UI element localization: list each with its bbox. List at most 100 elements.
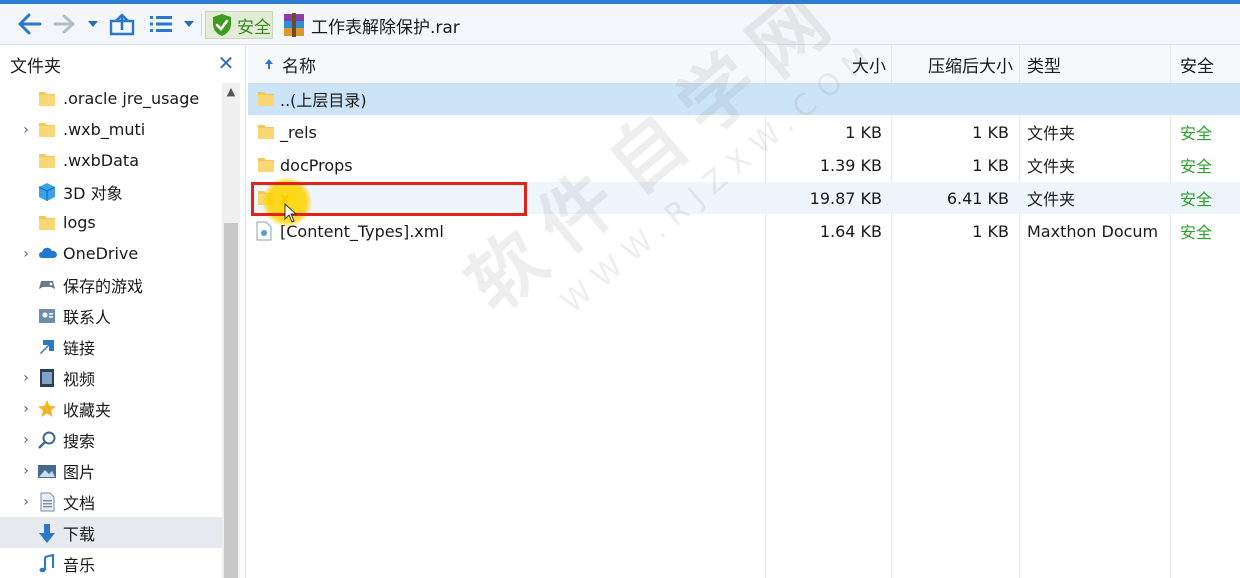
scroll-up-icon[interactable]: ▲	[224, 85, 238, 101]
folder-tree-item-label: .wxb_muti	[63, 120, 146, 139]
expand-chevron-icon[interactable]: ›	[20, 246, 32, 262]
chevron-down-icon	[88, 21, 98, 27]
file-type: Maxthon Docum	[1027, 221, 1159, 241]
column-safety-header[interactable]: 安全	[1180, 45, 1240, 83]
onedrive-icon	[37, 244, 57, 264]
folder-icon	[37, 213, 57, 233]
search-icon	[37, 430, 57, 450]
folder-tree-item[interactable]: › 搜索	[0, 424, 222, 455]
file-name: _rels	[280, 122, 317, 142]
downloads-icon	[37, 523, 57, 543]
folder-icon	[37, 89, 57, 109]
folder-tree-header: 文件夹 ✕	[0, 45, 245, 83]
folder-tree-item[interactable]: 联系人	[0, 300, 222, 331]
folder-tree-item[interactable]: › 收藏夹	[0, 393, 222, 424]
expand-chevron-icon[interactable]: ›	[20, 401, 32, 417]
view-mode-button[interactable]	[146, 4, 176, 44]
folder-tree-item[interactable]: › 文档	[0, 486, 222, 517]
view-mode-dropdown[interactable]	[180, 4, 198, 44]
folder-tree-title: 文件夹	[10, 56, 61, 77]
column-header: 名称 大小 压缩后大小 类型 安全	[248, 45, 1240, 578]
file-row[interactable]: [Content_Types].xml 1.64 KB 1 KB Maxthon Do…	[248, 215, 1240, 247]
up-level-button[interactable]	[106, 4, 138, 44]
folder-icon	[256, 116, 276, 148]
expand-chevron-icon[interactable]: ›	[20, 122, 32, 138]
back-arrow-icon	[18, 13, 42, 35]
folder-tree-item-label: 联系人	[63, 307, 112, 327]
security-status-button[interactable]: 安全	[205, 11, 273, 39]
file-name: ..(上层目录)	[280, 91, 367, 110]
3d-objects-icon	[37, 182, 57, 202]
close-icon[interactable]: ✕	[216, 53, 236, 73]
folder-tree-item[interactable]: 3D 对象	[0, 176, 222, 207]
folder-icon	[256, 149, 276, 181]
expand-chevron-icon[interactable]: ›	[20, 494, 32, 510]
file-packed-size: 6.41 KB	[946, 188, 1009, 208]
folder-tree-item[interactable]: › 图片	[0, 455, 222, 486]
expand-chevron-icon[interactable]: ›	[20, 432, 32, 448]
folder-up-icon	[109, 13, 135, 36]
folder-tree-item-label: 链接	[63, 338, 96, 358]
expand-chevron-icon[interactable]: ›	[20, 370, 32, 386]
folder-icon	[37, 120, 57, 140]
toolbar-divider	[201, 14, 202, 36]
file-row[interactable]: _rels 1 KB 1 KB 文件夹 安全	[248, 116, 1240, 148]
folder-tree-item-label: 音乐	[63, 555, 96, 575]
folder-tree-item-label: 视频	[63, 369, 96, 389]
file-size: 19.87 KB	[809, 188, 882, 208]
file-list-panel: 名称 大小 压缩后大小 类型 安全 ..(上层目录) _rels 1 KB 1 KB 文…	[248, 45, 1240, 578]
video-icon	[37, 368, 57, 388]
rar-archive-icon	[284, 13, 304, 37]
expand-chevron-icon[interactable]: ›	[20, 463, 32, 479]
file-row[interactable]: ..(上层目录)	[248, 83, 1240, 115]
folder-tree-item[interactable]: › .wxb_muti	[0, 114, 222, 145]
folder-icon	[37, 151, 57, 171]
folder-tree-item[interactable]: 音乐	[0, 548, 222, 578]
folder-tree-item[interactable]: 保存的游戏	[0, 269, 222, 300]
back-button[interactable]	[14, 4, 46, 44]
folder-icon	[256, 83, 276, 115]
file-name: docProps	[280, 155, 353, 175]
folder-tree-item-label: logs	[63, 213, 96, 232]
column-packed-header[interactable]: 压缩后大小	[893, 45, 1013, 83]
column-safety-label: 安全	[1180, 56, 1214, 77]
mouse-cursor-icon	[284, 203, 298, 223]
scrollbar-thumb[interactable]	[224, 223, 238, 578]
documents-icon	[37, 492, 57, 512]
folder-tree-item[interactable]: .wxbData	[0, 145, 222, 176]
folder-tree-item-label: OneDrive	[63, 244, 139, 263]
folder-tree-item-label: .oracle jre_usage	[63, 89, 200, 108]
column-type-header[interactable]: 类型	[1027, 45, 1167, 83]
folder-tree-scrollbar[interactable]: ▲	[222, 83, 240, 578]
file-size: 1.39 KB	[819, 155, 882, 175]
chevron-down-icon	[184, 21, 194, 27]
archive-path[interactable]: 工作表解除保护.rar	[283, 10, 460, 40]
folder-tree-item[interactable]: logs	[0, 207, 222, 238]
column-size-header[interactable]: 大小	[766, 45, 886, 83]
file-safety: 安全	[1180, 124, 1213, 143]
forward-button[interactable]	[50, 4, 78, 44]
folder-tree-item-label: 下载	[63, 524, 96, 544]
list-view-icon	[150, 16, 172, 32]
folder-tree-item-label: 文档	[63, 493, 96, 513]
contacts-icon	[37, 306, 57, 326]
history-dropdown-button[interactable]	[84, 4, 102, 44]
file-size	[766, 83, 882, 115]
folder-tree-item[interactable]: › 视频	[0, 362, 222, 393]
folder-tree-item-label: 图片	[63, 462, 96, 482]
folder-tree-item-label: 3D 对象	[63, 183, 123, 203]
forward-arrow-icon	[53, 14, 75, 34]
column-packed-label: 压缩后大小	[928, 56, 1013, 77]
folder-tree-item[interactable]: 链接	[0, 331, 222, 362]
folder-tree-item[interactable]: 下载	[0, 517, 222, 548]
sort-ascending-icon	[265, 59, 273, 69]
links-icon	[37, 337, 57, 357]
file-type	[1027, 83, 1167, 115]
folder-tree-item[interactable]: › OneDrive	[0, 238, 222, 269]
column-name-header[interactable]: 名称	[264, 45, 764, 83]
file-size: 1.64 KB	[819, 221, 882, 241]
file-safety: 安全	[1180, 190, 1213, 209]
shield-check-icon	[213, 14, 231, 36]
file-row[interactable]: docProps 1.39 KB 1 KB 文件夹 安全	[248, 149, 1240, 181]
folder-tree-item[interactable]: .oracle jre_usage	[0, 83, 222, 114]
